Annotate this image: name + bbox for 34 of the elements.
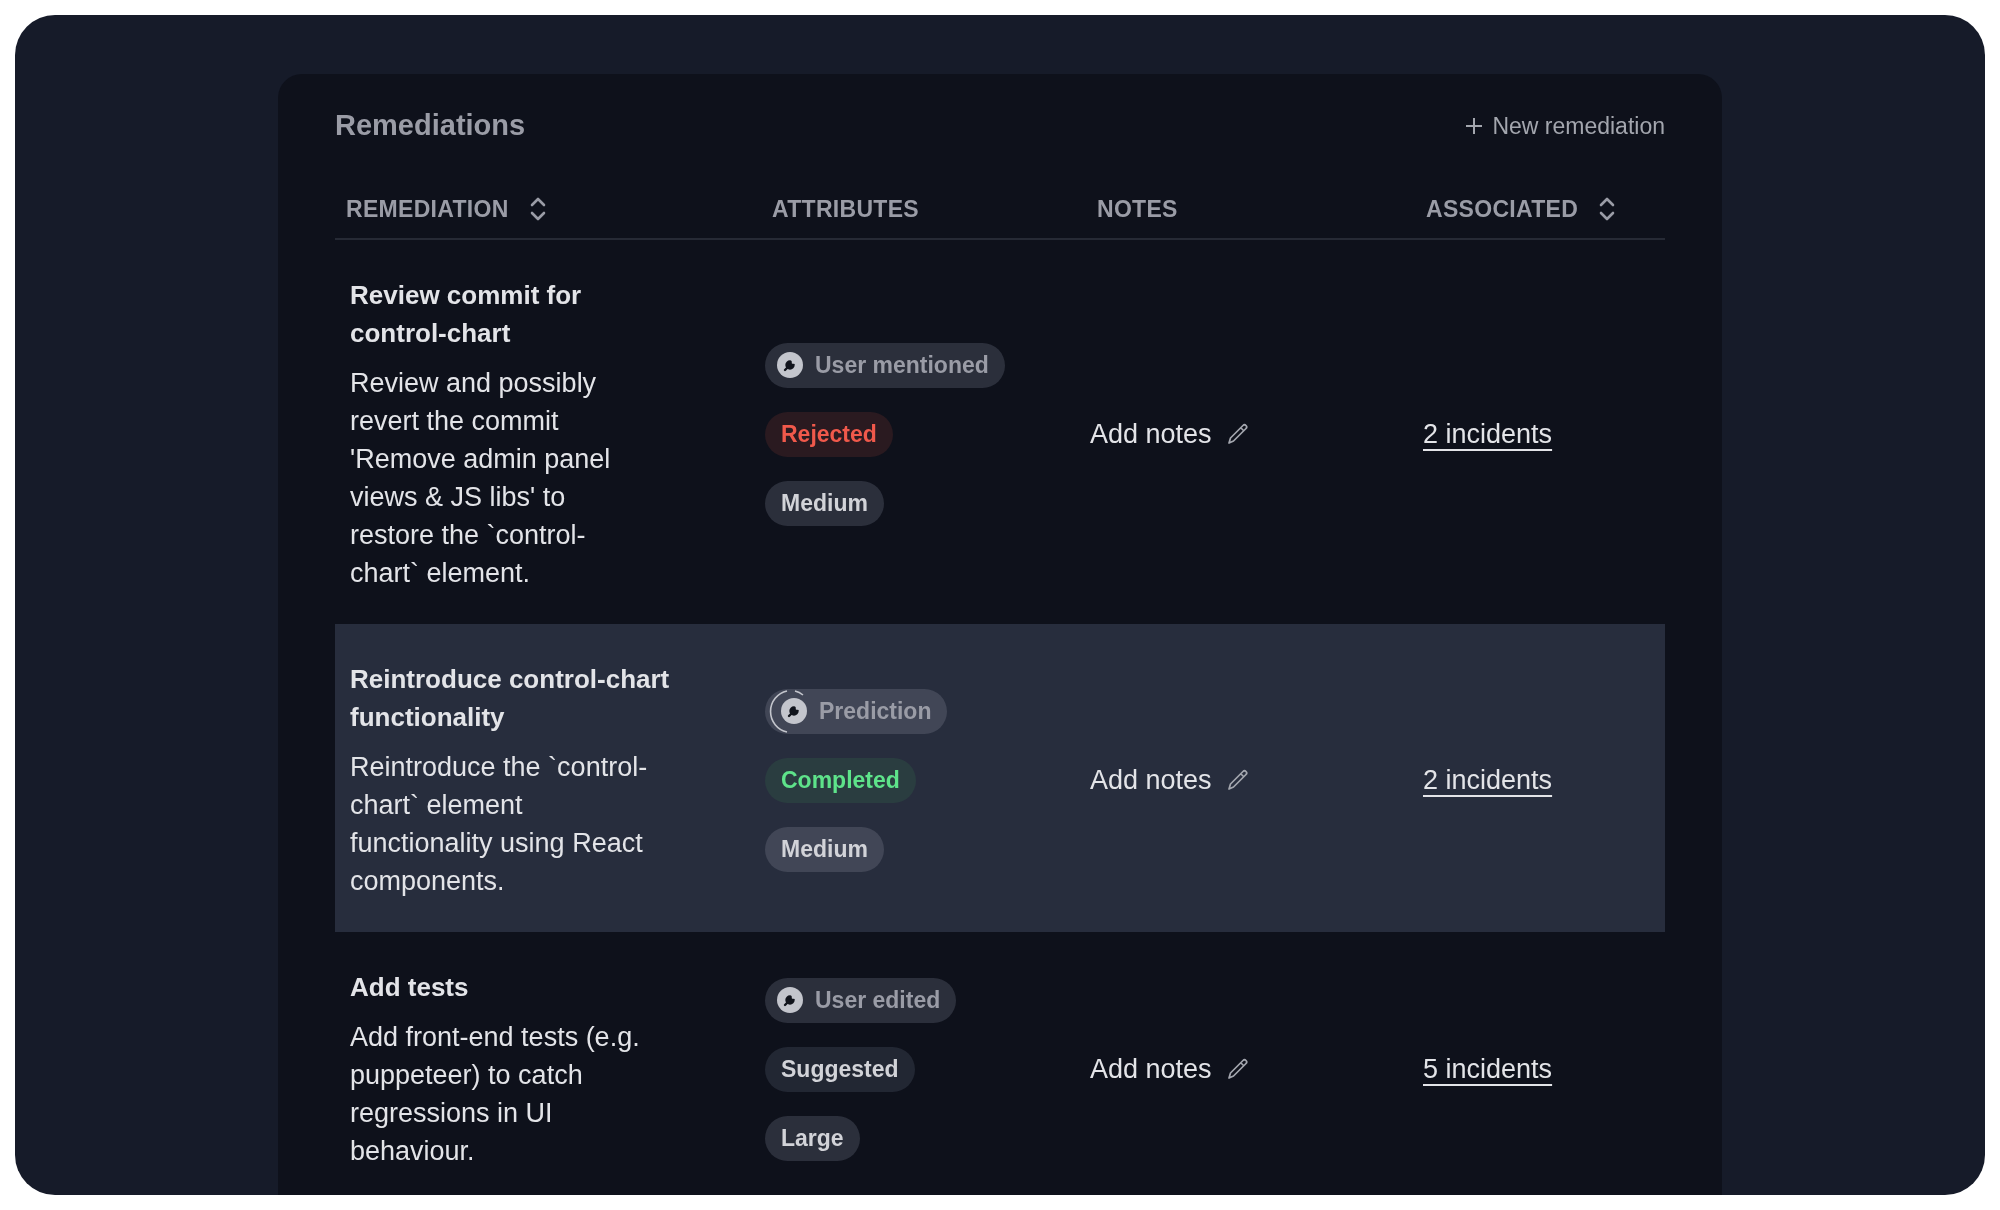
column-header: NOTES — [1097, 194, 1178, 224]
plus-icon — [1464, 115, 1485, 136]
status-badge: Rejected — [765, 411, 893, 457]
pencil-icon — [1225, 768, 1250, 792]
size-badge: Medium — [765, 826, 884, 872]
add-notes-button[interactable]: Add notes — [1090, 759, 1250, 801]
incidents-link[interactable]: 2 incidents — [1423, 764, 1553, 795]
pencil-icon — [1225, 1057, 1250, 1081]
new-remediation-button[interactable]: New remediation — [1464, 108, 1665, 143]
pencil-icon — [1225, 422, 1250, 446]
add-notes-button[interactable]: Add notes — [1090, 1048, 1250, 1090]
source-badge: Prediction — [765, 688, 948, 734]
status-badge: Completed — [765, 757, 916, 803]
remediation-title: Review commit for control-chart — [350, 279, 583, 350]
remediation-title: Add tests — [350, 971, 470, 1004]
incidents-link[interactable]: 5 incidents — [1423, 1053, 1553, 1084]
status-badge: Suggested — [765, 1046, 915, 1092]
size-badge: Large — [765, 1115, 860, 1161]
incidents-link[interactable]: 2 incidents — [1423, 418, 1553, 449]
add-notes-button[interactable]: Add notes — [1090, 413, 1250, 455]
source-badge: User edited — [765, 977, 957, 1023]
remediation-title: Reintroduce control-chart functionality — [350, 663, 671, 734]
sort-icon[interactable] — [528, 195, 547, 222]
table-row[interactable]: Reintroduce control-chart functionality Reintroduce the `control-chart` element functionality using React components. Prediction Completed Medium Add notes 2 incidents — [335, 624, 1665, 932]
panel-title: Remediations — [335, 108, 526, 143]
sort-icon[interactable] — [1598, 195, 1617, 222]
column-header[interactable]: ASSOCIATED — [1426, 191, 1579, 226]
source-badge: User mentioned — [765, 342, 1005, 388]
remediation-description: Reintroduce the `control-chart` element functionality using React components. — [350, 751, 649, 898]
remediation-description: Review and possibly revert the commit 'Remove admin panel views & JS libs' to restore the `control-chart` element. — [350, 367, 612, 590]
size-badge: Medium — [765, 480, 884, 526]
column-header: ATTRIBUTES — [772, 194, 919, 224]
column-header[interactable]: REMEDIATION — [346, 191, 509, 226]
remediation-description: Add front-end tests (e.g. puppeteer) to catch regressions in UI behaviour. — [350, 1021, 641, 1168]
